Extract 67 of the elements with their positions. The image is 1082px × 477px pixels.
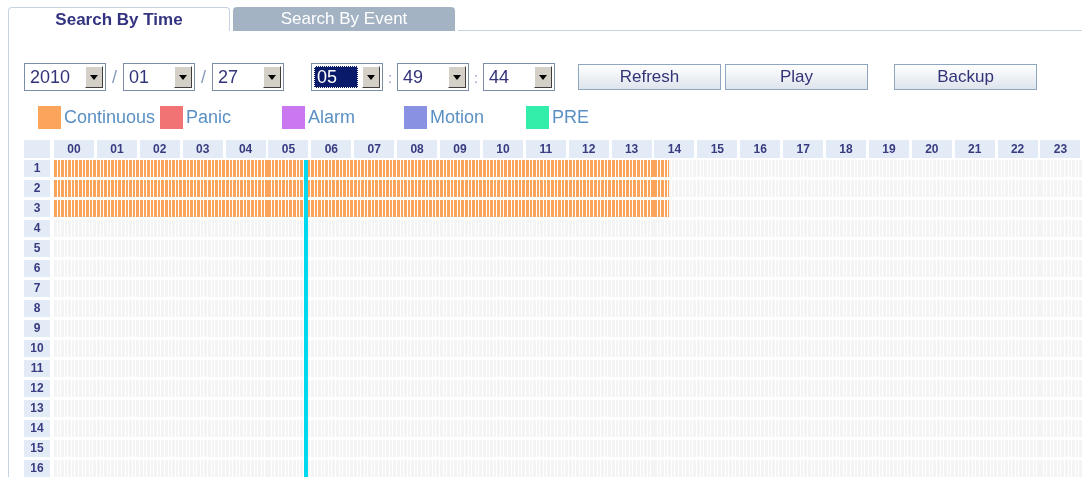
hour-header: 14 [654, 140, 695, 158]
hour-header: 10 [482, 140, 523, 158]
caret-icon [448, 66, 466, 88]
hour-header: 07 [354, 140, 395, 158]
hour-header: 01 [96, 140, 137, 158]
hour-header: 02 [139, 140, 180, 158]
action-button[interactable]: Play [725, 64, 868, 90]
corner-cell [24, 140, 50, 158]
tab[interactable]: Search By Time [8, 7, 230, 31]
channel-label: 6 [24, 260, 50, 277]
channel-label: 8 [24, 300, 50, 317]
hour-header: 17 [783, 140, 824, 158]
date-separator: / [200, 66, 207, 88]
hour-header: 19 [868, 140, 909, 158]
action-button[interactable]: Backup [894, 64, 1037, 90]
hour-header: 22 [997, 140, 1038, 158]
hour-header: 00 [54, 140, 94, 158]
channel-label: 3 [24, 200, 50, 217]
legend-label: Alarm [308, 106, 355, 128]
channel-label: 14 [24, 420, 50, 437]
hour-header: 05 [268, 140, 309, 158]
hour-header: 13 [611, 140, 652, 158]
hour-header: 04 [225, 140, 266, 158]
channel-label: 11 [24, 360, 50, 377]
channel-label: 5 [24, 240, 50, 257]
hour-header: 03 [182, 140, 223, 158]
time-separator: : [386, 68, 394, 86]
channel-label: 7 [24, 280, 50, 297]
hour-header: 16 [740, 140, 781, 158]
legend-label: Motion [430, 106, 485, 128]
date-separator: / [111, 66, 118, 88]
hour-header: 23 [1040, 140, 1081, 158]
channel-label: 2 [24, 180, 50, 197]
caret-icon [534, 66, 552, 88]
action-button[interactable]: Refresh [578, 64, 721, 90]
hour-header: 21 [954, 140, 995, 158]
hour-header: 18 [826, 140, 867, 158]
time-dropdown[interactable]: 05 [311, 63, 383, 91]
caret-icon [85, 66, 103, 88]
date-dropdown[interactable]: 2010 [24, 63, 106, 91]
hour-header: 08 [397, 140, 438, 158]
hour-header: 12 [568, 140, 609, 158]
hour-header: 15 [697, 140, 738, 158]
hour-header: 09 [440, 140, 480, 158]
hour-header: 20 [911, 140, 952, 158]
time-separator: : [472, 68, 480, 86]
date-dropdown[interactable]: 27 [212, 63, 284, 91]
channel-label: 10 [24, 340, 50, 357]
time-cursor[interactable] [303, 160, 308, 477]
hour-header: 11 [525, 140, 566, 158]
caret-icon [174, 66, 192, 88]
channel-label: 12 [24, 380, 50, 397]
caret-icon [263, 66, 281, 88]
time-dropdown[interactable]: 49 [397, 63, 469, 91]
time-dropdown[interactable]: 44 [483, 63, 555, 91]
channel-label: 4 [24, 220, 50, 237]
legend-label: Panic [186, 106, 232, 128]
channel-label: 16 [24, 460, 50, 477]
legend-label: Continuous [64, 106, 156, 128]
channel-label: 1 [24, 160, 50, 177]
channel-label: 15 [24, 440, 50, 457]
caret-icon [362, 66, 380, 88]
channel-label: 9 [24, 320, 50, 337]
channel-label: 13 [24, 400, 50, 417]
legend-label: PRE [552, 106, 589, 128]
date-dropdown[interactable]: 01 [123, 63, 195, 91]
hour-header: 06 [311, 140, 352, 158]
